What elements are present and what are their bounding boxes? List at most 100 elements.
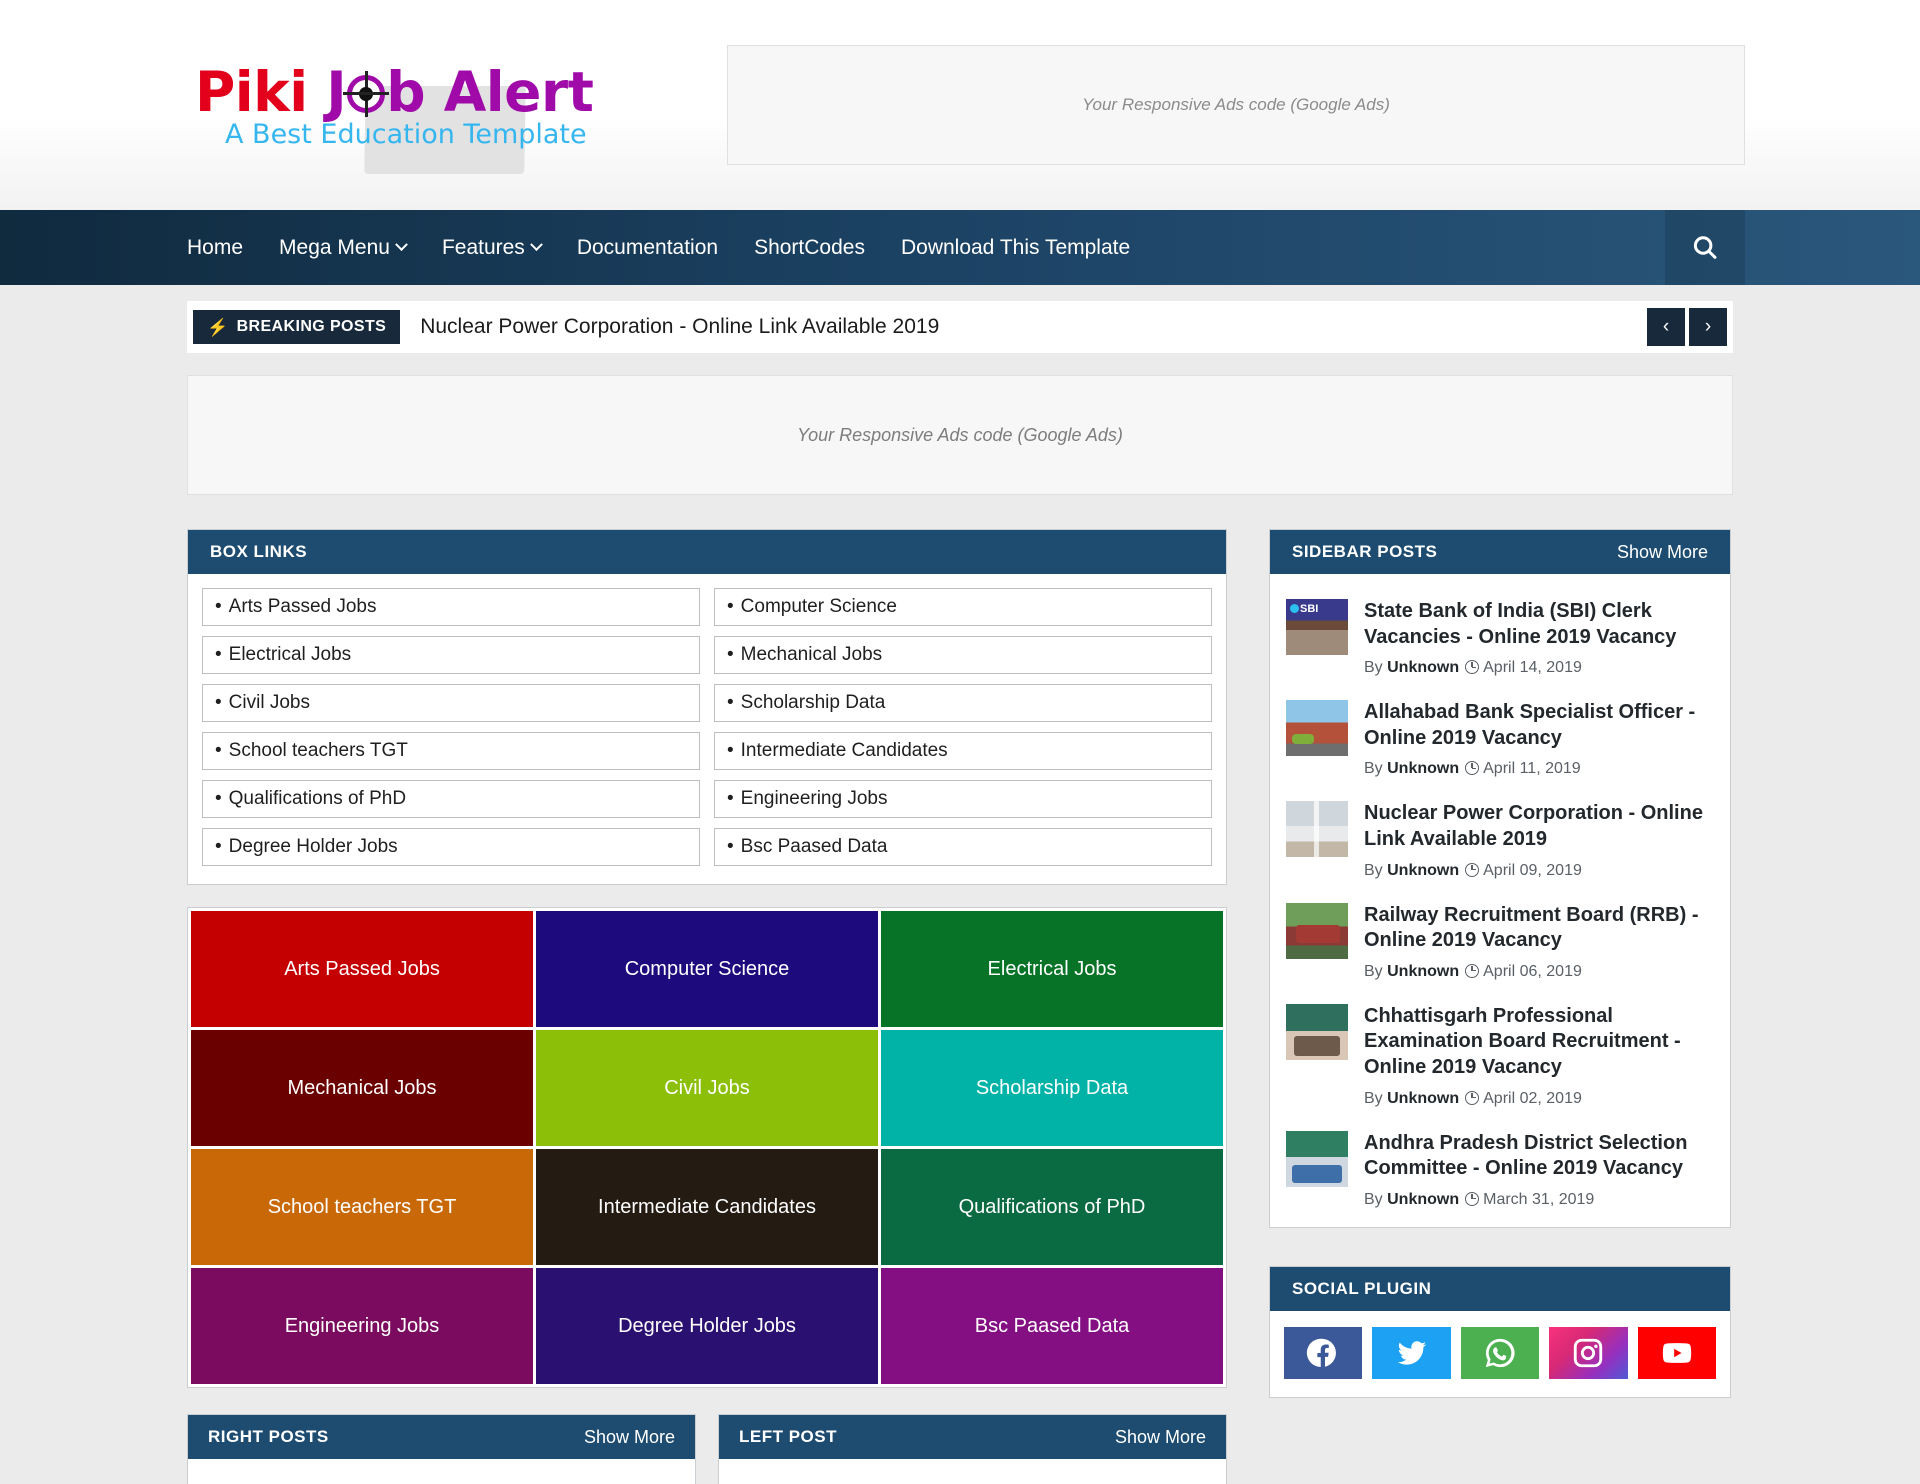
category-tile[interactable]: Intermediate Candidates	[536, 1149, 878, 1265]
list-item[interactable]: Chhattisgarh Professional Examination Bo…	[1286, 993, 1714, 1120]
category-tiles-panel: Arts Passed Jobs Computer Science Electr…	[187, 907, 1227, 1388]
category-tile[interactable]: Computer Science	[536, 911, 878, 1027]
post-date: March 31, 2019	[1483, 1191, 1594, 1208]
category-tile[interactable]: School teachers TGT	[191, 1149, 533, 1265]
box-link-item[interactable]: •Electrical Jobs	[202, 636, 700, 674]
sidebar-posts-show-more[interactable]: Show More	[1617, 542, 1708, 563]
post-title[interactable]: Andhra Pradesh District Selection Commit…	[1364, 1131, 1714, 1182]
list-item[interactable]: Nuclear Power Corporation - Online Link …	[1286, 790, 1714, 891]
box-link-item[interactable]: •Computer Science	[714, 588, 1212, 626]
bullet-icon: •	[215, 788, 222, 810]
logo-wordmark: Piki Jb Alert	[187, 64, 687, 122]
box-link-item[interactable]: • Qualifications of PhD	[202, 780, 700, 818]
twitter-button[interactable]	[1372, 1327, 1450, 1379]
category-tile[interactable]: Civil Jobs	[536, 1030, 878, 1146]
breaking-badge-label: BREAKING POSTS	[237, 318, 387, 336]
right-posts-title: RIGHT POSTS	[208, 1427, 329, 1447]
post-title[interactable]: Chhattisgarh Professional Examination Bo…	[1364, 1004, 1714, 1081]
breaking-next-button[interactable]: ›	[1689, 308, 1727, 346]
post-title[interactable]: Nuclear Power Corporation - Online Link …	[1364, 801, 1714, 852]
breaking-posts-badge: ⚡ BREAKING POSTS	[193, 310, 400, 344]
right-posts-panel: RIGHT POSTS Show More	[187, 1414, 696, 1484]
category-tile[interactable]: Electrical Jobs	[881, 911, 1223, 1027]
category-tile[interactable]: Scholarship Data	[881, 1030, 1223, 1146]
nav-item-download-this-template[interactable]: Download This Template	[883, 210, 1148, 285]
post-thumbnail-image	[1286, 599, 1348, 655]
facebook-button[interactable]	[1284, 1327, 1362, 1379]
box-link-label: Mechanical Jobs	[741, 644, 883, 666]
post-thumbnail-image	[1286, 1131, 1348, 1187]
post-author: Unknown	[1387, 1090, 1459, 1107]
box-link-item[interactable]: •Engineering Jobs	[714, 780, 1212, 818]
right-posts-show-more[interactable]: Show More	[584, 1427, 675, 1448]
post-title[interactable]: Allahabad Bank Specialist Officer - Onli…	[1364, 700, 1714, 751]
box-link-item[interactable]: •Bsc Paased Data	[714, 828, 1212, 866]
search-button[interactable]	[1665, 210, 1745, 285]
right-sidebar: SIDEBAR POSTS Show More State Bank of In…	[1269, 529, 1731, 1398]
social-plugin-header: SOCIAL PLUGIN	[1270, 1267, 1730, 1311]
box-link-item[interactable]: •Degree Holder Jobs	[202, 828, 700, 866]
right-posts-header: RIGHT POSTS Show More	[188, 1415, 695, 1459]
sidebar-posts-list: State Bank of India (SBI) Clerk Vacancie…	[1270, 574, 1730, 1227]
box-link-item[interactable]: •School teachers TGT	[202, 732, 700, 770]
nav-item-home[interactable]: Home	[187, 210, 261, 285]
post-author: Unknown	[1387, 862, 1459, 879]
box-link-label: Bsc Paased Data	[741, 836, 888, 858]
category-tile[interactable]: Arts Passed Jobs	[191, 911, 533, 1027]
instagram-button[interactable]	[1549, 1327, 1627, 1379]
whatsapp-button[interactable]	[1461, 1327, 1539, 1379]
post-meta: By UnknownApril 11, 2019	[1364, 760, 1714, 778]
left-post-header: LEFT POST Show More	[719, 1415, 1226, 1459]
instagram-icon	[1571, 1336, 1605, 1370]
post-meta: By UnknownApril 09, 2019	[1364, 862, 1714, 880]
bottom-panels-row: RIGHT POSTS Show More LEFT POST Show Mor…	[187, 1414, 1227, 1484]
category-tile[interactable]: Engineering Jobs	[191, 1268, 533, 1384]
youtube-button[interactable]	[1638, 1327, 1716, 1379]
bullet-icon: •	[215, 596, 222, 618]
box-link-label: Scholarship Data	[741, 692, 886, 714]
category-tile[interactable]: Qualifications of PhD	[881, 1149, 1223, 1265]
box-link-item[interactable]: • Scholarship Data	[714, 684, 1212, 722]
left-post-show-more[interactable]: Show More	[1115, 1427, 1206, 1448]
box-link-label: Qualifications of PhD	[229, 788, 406, 810]
box-link-label: Arts Passed Jobs	[229, 596, 377, 618]
target-crosshair-icon	[347, 75, 385, 113]
sidebar-posts-title: SIDEBAR POSTS	[1292, 542, 1437, 562]
box-link-label: Intermediate Candidates	[741, 740, 948, 762]
breaking-prev-button[interactable]: ‹	[1647, 308, 1685, 346]
box-link-item[interactable]: •Civil Jobs	[202, 684, 700, 722]
site-logo[interactable]: Piki Jb Alert A Best Education Template	[187, 60, 687, 151]
list-item[interactable]: Andhra Pradesh District Selection Commit…	[1286, 1120, 1714, 1221]
post-title[interactable]: State Bank of India (SBI) Clerk Vacancie…	[1364, 599, 1714, 650]
social-plugin-panel: SOCIAL PLUGIN	[1269, 1266, 1731, 1398]
nav-item-shortcodes[interactable]: ShortCodes	[736, 210, 883, 285]
post-date: April 02, 2019	[1483, 1090, 1582, 1107]
nav-item-features[interactable]: Features	[424, 210, 559, 285]
post-author: Unknown	[1387, 963, 1459, 980]
breaking-post-title[interactable]: Nuclear Power Corporation - Online Link …	[400, 315, 1647, 339]
box-link-item[interactable]: •Mechanical Jobs	[714, 636, 1212, 674]
box-link-item[interactable]: • Arts Passed Jobs	[202, 588, 700, 626]
clock-icon	[1465, 761, 1479, 775]
category-tile[interactable]: Degree Holder Jobs	[536, 1268, 878, 1384]
post-title[interactable]: Railway Recruitment Board (RRB) - Online…	[1364, 903, 1714, 954]
by-label: By	[1364, 659, 1383, 676]
nav-item-documentation[interactable]: Documentation	[559, 210, 736, 285]
box-link-label: Engineering Jobs	[741, 788, 888, 810]
header-ad-slot: Your Responsive Ads code (Google Ads)	[727, 45, 1745, 165]
list-item[interactable]: Allahabad Bank Specialist Officer - Onli…	[1286, 689, 1714, 790]
list-item[interactable]: Railway Recruitment Board (RRB) - Online…	[1286, 892, 1714, 993]
nav-item-mega-menu[interactable]: Mega Menu	[261, 210, 424, 285]
category-tile[interactable]: Bsc Paased Data	[881, 1268, 1223, 1384]
bullet-icon: •	[727, 692, 734, 714]
tile-label: Civil Jobs	[664, 1077, 750, 1100]
search-icon	[1690, 233, 1720, 263]
list-item[interactable]: State Bank of India (SBI) Clerk Vacancie…	[1286, 588, 1714, 689]
box-link-item[interactable]: •Intermediate Candidates	[714, 732, 1212, 770]
main-content: BOX LINKS •Arts Passed Jobs •Computer Sc…	[175, 495, 1745, 1484]
by-label: By	[1364, 862, 1383, 879]
social-plugin-title: SOCIAL PLUGIN	[1292, 1279, 1431, 1299]
category-tile[interactable]: Mechanical Jobs	[191, 1030, 533, 1146]
bullet-icon: •	[215, 692, 222, 714]
nav-label: Documentation	[577, 210, 718, 285]
